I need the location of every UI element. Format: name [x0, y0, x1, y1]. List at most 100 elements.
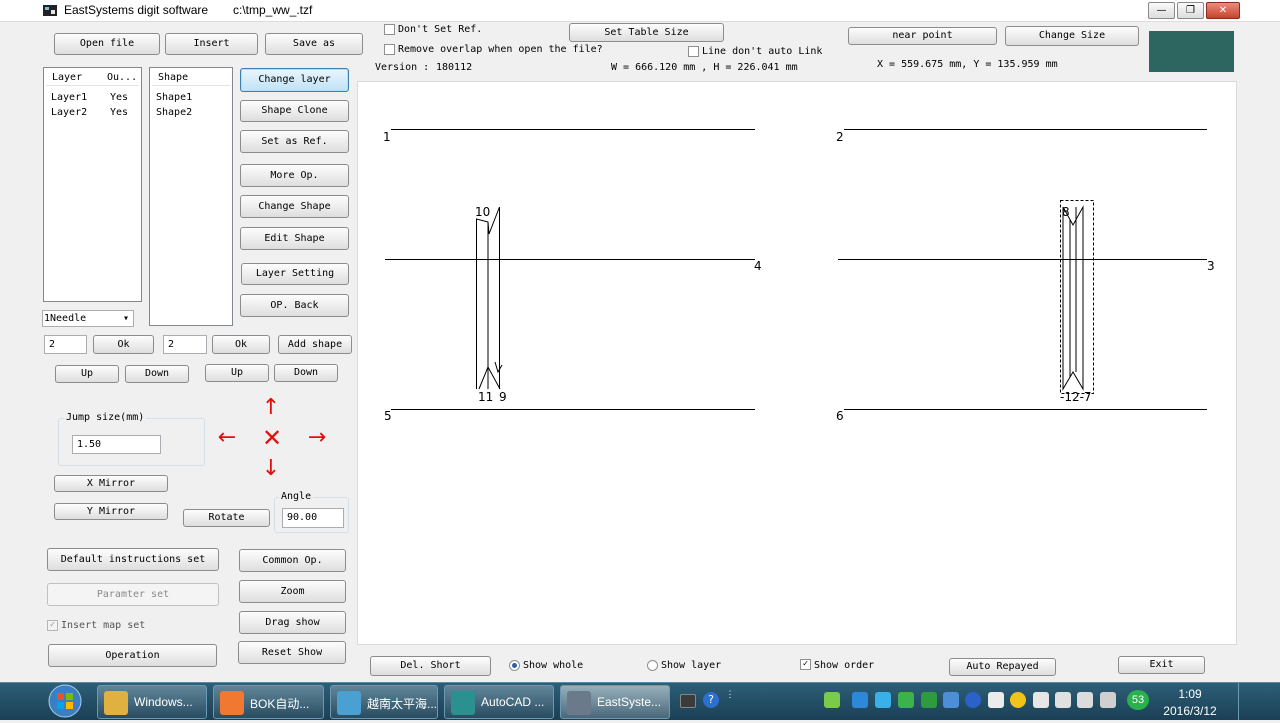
layer-up-button[interactable]: Up — [55, 365, 119, 383]
windows-logo-icon — [48, 684, 82, 718]
shape-number-input[interactable]: 2 — [163, 335, 207, 354]
remove-overlap-checkbox[interactable] — [384, 44, 395, 55]
minimize-button[interactable]: — — [1148, 2, 1175, 19]
layer-number-input[interactable]: 2 — [44, 335, 87, 354]
chevron-down-icon: ▾ — [122, 313, 129, 324]
start-button[interactable] — [45, 683, 85, 720]
rotate-button[interactable]: Rotate — [183, 509, 270, 527]
clock-time[interactable]: 1:09 — [1160, 687, 1220, 701]
tray-u-icon[interactable] — [852, 692, 868, 708]
tray-plus-icon[interactable] — [1010, 692, 1026, 708]
wechat-tray-icon[interactable] — [898, 692, 914, 708]
taskbar-item-eastsystems[interactable]: EastSyste... — [560, 685, 670, 719]
layer-column-header[interactable]: Layer — [46, 70, 101, 86]
shape-up-button[interactable]: Up — [205, 364, 269, 382]
security-tray-icon[interactable] — [921, 692, 937, 708]
point-label: 8 — [1062, 205, 1070, 219]
maximize-button[interactable]: ❐ — [1177, 2, 1204, 19]
tray-qq-icon[interactable] — [875, 692, 891, 708]
center-x-icon[interactable]: ✕ — [258, 424, 286, 452]
close-button[interactable]: ✕ — [1206, 2, 1240, 19]
layer-row-out[interactable]: Yes — [110, 92, 128, 103]
arrow-down-icon[interactable]: ↓ — [261, 456, 281, 482]
shape-row[interactable]: Shape2 — [156, 107, 192, 118]
layer-row-out[interactable]: Yes — [110, 107, 128, 118]
shape-list[interactable]: Shape Shape1 Shape2 — [149, 67, 233, 326]
auto-repayed-button[interactable]: Auto Repayed — [949, 658, 1056, 676]
battery-tray-icon[interactable] — [824, 692, 840, 708]
needle-select[interactable]: 1Needle ▾ — [42, 310, 134, 327]
tray-badge[interactable]: 53 — [1127, 690, 1149, 710]
more-op-button[interactable]: More Op. — [240, 164, 349, 187]
edit-shape-button[interactable]: Edit Shape — [240, 227, 349, 250]
output-column-header[interactable]: Ou... — [101, 70, 139, 86]
set-as-ref-button[interactable]: Set as Ref. — [240, 130, 349, 153]
show-desktop-button[interactable] — [1238, 683, 1280, 720]
common-op-button[interactable]: Common Op. — [239, 549, 346, 572]
save-as-button[interactable]: Save as — [265, 33, 363, 55]
help-icon[interactable]: ? — [703, 692, 719, 708]
add-shape-button[interactable]: Add shape — [278, 335, 352, 354]
volume-icon[interactable] — [1055, 692, 1071, 708]
show-order-checkbox[interactable]: ✓ — [800, 659, 811, 670]
point-label: 9 — [499, 390, 507, 404]
del-short-button[interactable]: Del. Short — [370, 656, 491, 676]
taskbar-item-bok[interactable]: BOK自动... — [213, 685, 324, 719]
clock-date[interactable]: 2016/3/12 — [1160, 704, 1220, 718]
needle-select-value: 1Needle — [44, 313, 87, 324]
arrow-left-icon[interactable]: ← — [212, 425, 242, 451]
open-file-button[interactable]: Open file — [54, 33, 160, 55]
arrow-up-icon[interactable]: ↑ — [261, 395, 281, 421]
needle-shape-1 — [478, 365, 501, 390]
battery-icon[interactable] — [1033, 692, 1049, 708]
layer-down-button[interactable]: Down — [125, 365, 189, 383]
jump-size-input[interactable]: 1.50 — [72, 435, 161, 454]
taskbar-item-browser[interactable]: 越南太平海... — [330, 685, 438, 719]
remove-overlap-label: Remove overlap when open the file? — [398, 44, 603, 55]
shape-column-header[interactable]: Shape — [152, 70, 230, 86]
shape-clone-button[interactable]: Shape Clone — [240, 100, 349, 122]
angle-input[interactable]: 90.00 — [282, 508, 344, 528]
near-point-button[interactable]: near point — [848, 27, 997, 45]
drawing-canvas[interactable]: 1 2 3 4 5 6 10 11 9 8 -12-7 — [357, 81, 1237, 645]
layer-ok-button[interactable]: Ok — [93, 335, 154, 354]
tray-network-icon[interactable] — [988, 692, 1004, 708]
show-whole-radio[interactable] — [509, 660, 520, 671]
dont-set-ref-checkbox[interactable] — [384, 24, 395, 35]
op-back-button[interactable]: OP. Back — [240, 294, 349, 317]
tray-grid-icon[interactable] — [943, 692, 959, 708]
ime-icon[interactable]: ⋮ — [724, 690, 736, 710]
keyboard-icon[interactable] — [680, 694, 696, 708]
taskbar-item-autocad[interactable]: AutoCAD ... — [444, 685, 554, 719]
operation-button[interactable]: Operation — [48, 644, 217, 667]
tray-flag-icon[interactable] — [1100, 692, 1116, 708]
layer-row-name[interactable]: Layer1 — [51, 92, 87, 103]
exit-button[interactable]: Exit — [1118, 656, 1205, 674]
bluetooth-icon[interactable] — [965, 692, 981, 708]
shape-ok-button[interactable]: Ok — [212, 335, 270, 354]
arrow-right-icon[interactable]: → — [302, 425, 332, 451]
change-shape-button[interactable]: Change Shape — [240, 195, 349, 218]
zoom-button[interactable]: Zoom — [239, 580, 346, 603]
taskbar-item-windows-explorer[interactable]: Windows... — [97, 685, 207, 719]
insert-map-set-label: Insert map set — [61, 620, 146, 631]
change-layer-button[interactable]: Change layer — [240, 68, 349, 92]
layer-setting-button[interactable]: Layer Setting — [241, 263, 349, 285]
x-mirror-button[interactable]: X Mirror — [54, 475, 168, 492]
tray-cloud-icon[interactable] — [1077, 692, 1093, 708]
version-label: Version : — [375, 62, 430, 73]
default-instructions-set-button[interactable]: Default instructions set — [47, 548, 219, 571]
size-readout: W = 666.120 mm , H = 226.041 mm — [611, 62, 798, 73]
line-dont-auto-link-checkbox[interactable] — [688, 46, 699, 57]
set-table-size-button[interactable]: Set Table Size — [569, 23, 724, 42]
drag-show-button[interactable]: Drag show — [239, 611, 346, 634]
y-mirror-button[interactable]: Y Mirror — [54, 503, 168, 520]
change-size-button[interactable]: Change Size — [1005, 26, 1139, 46]
shape-down-button[interactable]: Down — [274, 364, 338, 382]
layer-row-name[interactable]: Layer2 — [51, 107, 87, 118]
reset-show-button[interactable]: Reset Show — [238, 641, 346, 664]
show-layer-radio[interactable] — [647, 660, 658, 671]
layer-list[interactable]: Layer Ou... Layer1 Yes Layer2 Yes — [43, 67, 142, 302]
shape-row[interactable]: Shape1 — [156, 92, 192, 103]
insert-button[interactable]: Insert — [165, 33, 258, 55]
